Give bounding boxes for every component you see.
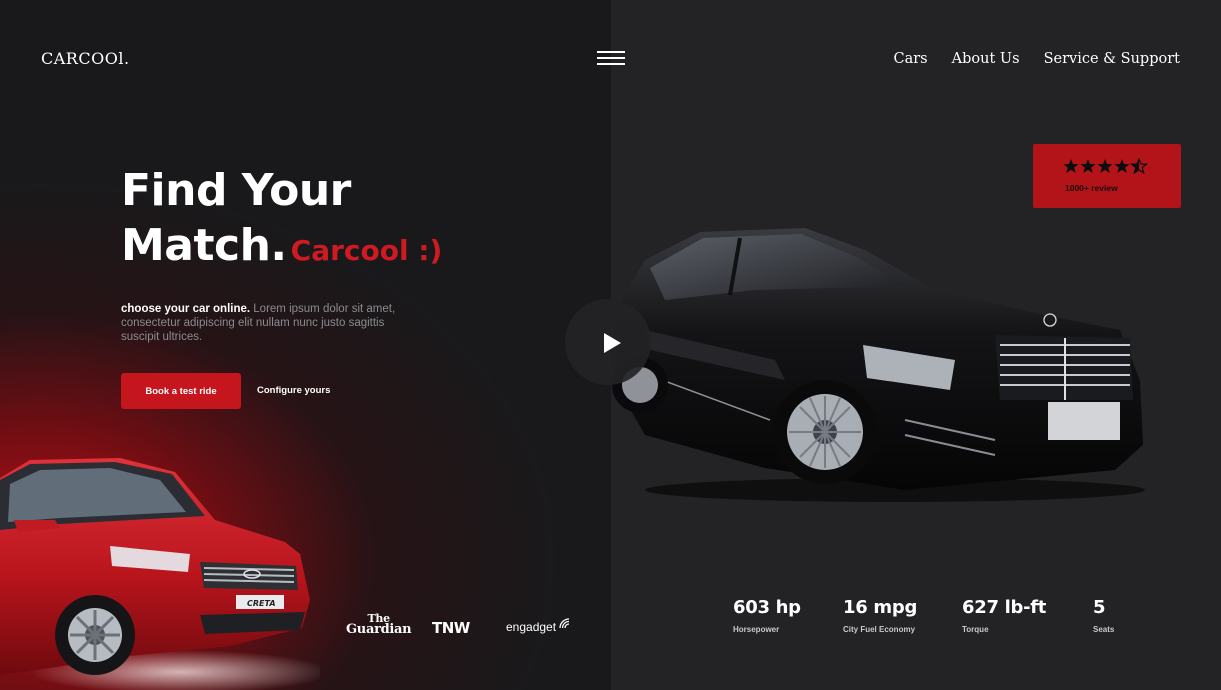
- play-video-button[interactable]: [565, 299, 651, 385]
- nav-item-about-us[interactable]: About Us: [952, 51, 1020, 67]
- stat-value: 627 lb-ft: [962, 597, 1047, 618]
- stat-torque: 627 lb-ft Torque: [962, 597, 1046, 634]
- star-icon: [1063, 158, 1149, 174]
- guardian-line2: Guardian: [346, 622, 412, 637]
- hero-description: choose your car online. Lorem ipsum dolo…: [121, 302, 421, 344]
- press-logo-tnw: TNW: [432, 619, 470, 637]
- review-count: 1000+ review: [1065, 183, 1118, 193]
- review-badge[interactable]: 1000+ review: [1033, 144, 1181, 208]
- stat-value: 16 mpg: [843, 597, 918, 618]
- stat-horsepower: 603 hp Horsepower: [733, 597, 801, 634]
- signal-icon: [559, 618, 570, 629]
- nav-item-service-support[interactable]: Service & Support: [1044, 51, 1180, 67]
- engadget-text: engadget: [506, 620, 557, 634]
- hero-title: Find Your Match. Carcool :): [121, 163, 442, 278]
- hero-title-line1: Find Your: [121, 165, 351, 216]
- red-suv-image: CRETA: [0, 458, 320, 690]
- stat-value: 5: [1093, 597, 1106, 618]
- stat-label: Torque: [962, 625, 989, 634]
- stat-value: 603 hp: [733, 597, 801, 618]
- black-sedan-image: [612, 228, 1145, 502]
- play-icon: [604, 333, 621, 353]
- creta-badge: CRETA: [247, 599, 276, 608]
- stat-label: Horsepower: [733, 625, 780, 634]
- top-nav: Cars About Us Service & Support: [894, 51, 1180, 67]
- configure-yours-link[interactable]: Configure yours: [257, 385, 330, 396]
- stat-fuel-economy: 16 mpg City Fuel Economy: [843, 597, 917, 634]
- stat-label: Seats: [1093, 625, 1115, 634]
- hamburger-icon[interactable]: [597, 51, 625, 67]
- press-logo-engadget: engadget: [506, 618, 572, 634]
- hero-description-bold: choose your car online.: [121, 303, 251, 315]
- hero-title-line2: Match.: [121, 220, 287, 271]
- press-logo-guardian: The Guardian: [346, 613, 412, 637]
- hero-title-accent: Carcool :): [290, 234, 443, 267]
- stat-label: City Fuel Economy: [843, 625, 916, 634]
- star-rating: [1063, 158, 1149, 174]
- nav-item-cars[interactable]: Cars: [894, 51, 928, 67]
- brand-logo[interactable]: CARCOOl.: [41, 49, 130, 68]
- stat-seats: 5 Seats: [1093, 597, 1114, 634]
- book-test-ride-button[interactable]: Book a test ride: [121, 373, 241, 409]
